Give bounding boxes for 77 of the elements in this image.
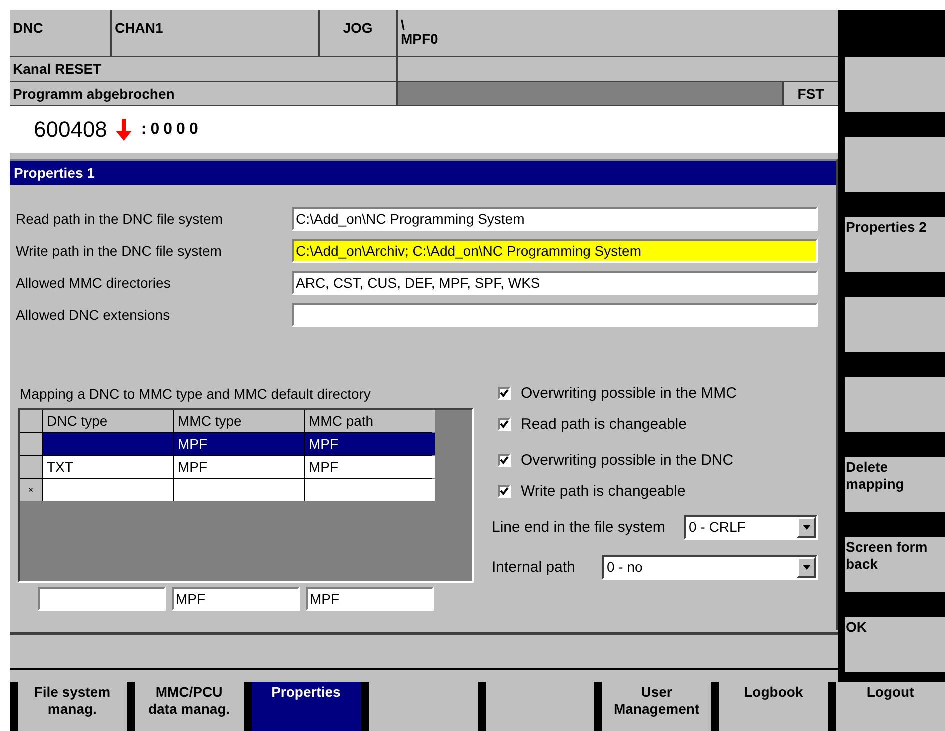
channel-label: CHAN1 bbox=[112, 10, 318, 56]
down-arrow-icon bbox=[115, 118, 134, 140]
row-header bbox=[20, 410, 42, 432]
block-counter: :0000 bbox=[141, 120, 202, 138]
field-label: Write path in the DNC file system bbox=[16, 243, 223, 259]
program-path: \ MPF0 bbox=[398, 10, 838, 56]
table-cell[interactable]: MPF bbox=[174, 456, 304, 478]
checkbox-label: Read path is changeable bbox=[521, 416, 687, 433]
dropdown-label: Line end in the file system bbox=[492, 518, 666, 536]
dropdown-button[interactable] bbox=[797, 556, 816, 578]
check-icon bbox=[500, 487, 509, 496]
softkey[interactable] bbox=[368, 682, 478, 731]
softkey[interactable]: Screen form back bbox=[845, 537, 945, 592]
input-field[interactable]: C:\Add_on\NC Programming System bbox=[292, 207, 818, 231]
fst-indicator: FST bbox=[784, 82, 838, 105]
table-cell[interactable] bbox=[43, 479, 173, 501]
softkey[interactable] bbox=[845, 377, 945, 432]
column-header: MMC path bbox=[305, 410, 435, 432]
input-field[interactable]: MPF bbox=[306, 587, 434, 611]
table-cell[interactable] bbox=[174, 479, 304, 501]
input-field[interactable] bbox=[38, 587, 166, 611]
softkey[interactable]: Properties bbox=[252, 682, 361, 731]
field-label: Allowed DNC extensions bbox=[16, 307, 172, 323]
softkey[interactable]: Properties 2 bbox=[845, 217, 945, 272]
block-number: 600408 bbox=[34, 116, 108, 142]
table-cell[interactable] bbox=[305, 479, 435, 501]
checkbox[interactable] bbox=[498, 418, 511, 431]
dropdown-value: 0 - CRLF bbox=[688, 518, 747, 536]
mode-label: DNC bbox=[10, 10, 110, 56]
check-icon bbox=[500, 389, 509, 398]
input-field[interactable]: C:\Add_on\Archiv; C:\Add_on\NC Programming System bbox=[292, 239, 818, 263]
program-status: Programm abgebrochen bbox=[10, 82, 396, 105]
softkey[interactable]: Logout bbox=[836, 682, 945, 731]
checkbox-label: Overwriting possible in the MMC bbox=[521, 385, 737, 402]
softkey[interactable]: OK bbox=[845, 617, 945, 672]
checkbox[interactable] bbox=[498, 485, 511, 498]
softkey[interactable] bbox=[486, 682, 594, 731]
column-header: DNC type bbox=[43, 410, 173, 432]
row-header[interactable] bbox=[20, 456, 42, 478]
operating-mode-label: JOG bbox=[320, 10, 396, 56]
caret-icon bbox=[802, 524, 810, 530]
dropdown-value: 0 - no bbox=[606, 558, 644, 576]
check-icon bbox=[500, 456, 509, 465]
softkey[interactable]: Delete mapping bbox=[845, 457, 945, 512]
table-cell[interactable] bbox=[43, 433, 173, 455]
dropdown[interactable]: 0 - no bbox=[602, 554, 818, 580]
channel-status: Kanal RESET bbox=[10, 57, 396, 81]
table-cell[interactable]: MPF bbox=[305, 433, 435, 455]
softkey[interactable]: MMC/PCU data manag. bbox=[134, 682, 244, 731]
dropdown-label: Internal path bbox=[492, 558, 576, 576]
table-cell[interactable]: TXT bbox=[43, 456, 173, 478]
softkey[interactable]: File system manag. bbox=[18, 682, 127, 731]
row-header[interactable]: × bbox=[20, 479, 42, 501]
softkey[interactable] bbox=[845, 297, 945, 352]
caret-icon bbox=[802, 564, 810, 570]
checkbox-label: Write path is changeable bbox=[521, 483, 686, 500]
input-field[interactable]: ARC, CST, CUS, DEF, MPF, SPF, WKS bbox=[292, 271, 818, 295]
input-field[interactable] bbox=[292, 303, 818, 327]
mapping-caption: Mapping a DNC to MMC type and MMC default directory bbox=[19, 386, 372, 404]
dropdown-button[interactable] bbox=[797, 516, 816, 538]
check-icon bbox=[500, 420, 509, 429]
field-label: Read path in the DNC file system bbox=[16, 211, 224, 227]
softkey[interactable]: Logbook bbox=[719, 682, 828, 731]
softkey[interactable] bbox=[845, 57, 945, 112]
checkbox-label: Overwriting possible in the DNC bbox=[521, 452, 734, 469]
field-label: Allowed MMC directories bbox=[16, 275, 172, 291]
column-header: MMC type bbox=[174, 410, 304, 432]
softkey[interactable]: User Management bbox=[602, 682, 712, 731]
softkey[interactable] bbox=[845, 137, 945, 192]
checkbox[interactable] bbox=[498, 387, 511, 400]
dropdown[interactable]: 0 - CRLF bbox=[684, 514, 818, 540]
input-field[interactable]: MPF bbox=[172, 587, 300, 611]
table-cell[interactable]: MPF bbox=[174, 433, 304, 455]
row-header[interactable] bbox=[20, 433, 42, 455]
dialog-title: Properties 1 bbox=[10, 161, 836, 185]
table-cell[interactable]: MPF bbox=[305, 456, 435, 478]
checkbox[interactable] bbox=[498, 454, 511, 467]
